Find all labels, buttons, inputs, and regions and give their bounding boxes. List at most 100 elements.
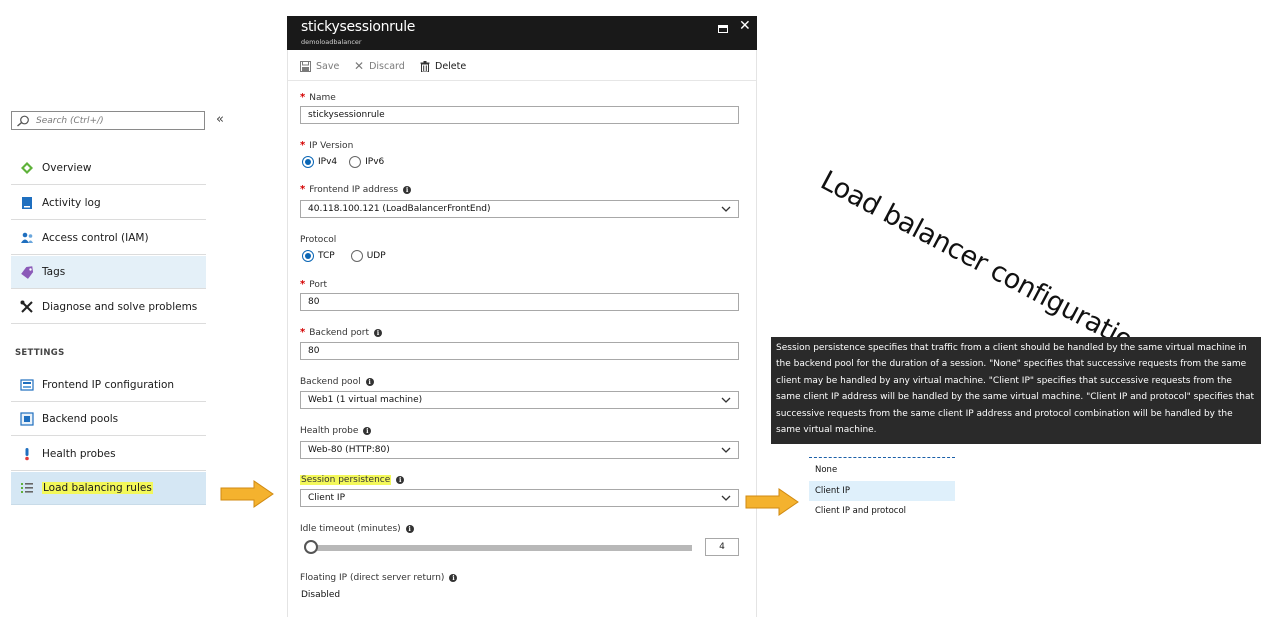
highlight-marker: Session persistence — [300, 475, 392, 485]
session-persistence-value: Client IP — [308, 493, 345, 503]
blade-subtitle: demoloadbalancer — [301, 38, 362, 46]
info-icon[interactable]: i — [363, 427, 372, 435]
sidebar-item-load-balancing-rules[interactable]: Load balancing rules — [11, 472, 206, 505]
port-input[interactable]: 80 — [300, 293, 739, 311]
sidebar-item-backend-pools[interactable]: Backend pools — [11, 403, 206, 436]
ipv4-label: IPv4 — [318, 157, 338, 167]
overview-icon — [21, 162, 33, 174]
idle-timeout-slider-track[interactable] — [311, 545, 692, 551]
frontend-ip-select[interactable]: 40.118.100.121 (LoadBalancerFrontEnd) — [300, 200, 739, 218]
info-icon[interactable]: i — [405, 525, 414, 533]
frontend-ip-label: * Frontend IP address i — [300, 184, 412, 195]
sidebar-item-label: Overview — [42, 162, 92, 174]
sidebar-item-access-control[interactable]: Access control (IAM) — [11, 222, 206, 255]
tag-icon — [21, 266, 34, 279]
session-persistence-label: Session persistence i — [300, 475, 405, 485]
backend-pool-select[interactable]: Web1 (1 virtual machine) — [300, 391, 739, 409]
option-client-ip[interactable]: Client IP — [809, 481, 955, 501]
health-probe-label: Health probe i — [300, 426, 372, 436]
name-label: * Name — [300, 92, 336, 103]
maximize-icon[interactable] — [718, 25, 728, 33]
option-none[interactable]: None — [809, 460, 955, 480]
chevron-down-icon — [721, 495, 731, 501]
floating-ip-value: Disabled — [301, 590, 341, 600]
health-probe-icon — [25, 448, 29, 461]
wrench-icon — [20, 300, 33, 313]
idle-timeout-slider-thumb[interactable] — [304, 540, 318, 554]
session-persistence-select[interactable]: Client IP — [300, 489, 739, 507]
rules-icon — [21, 483, 33, 493]
arrow-icon — [220, 480, 274, 508]
info-icon[interactable]: i — [396, 476, 405, 484]
sidebar-item-label: Frontend IP configuration — [42, 379, 175, 391]
info-icon[interactable]: i — [403, 185, 412, 194]
annotation-title: Load balancer configuration — [815, 165, 1153, 364]
ipv6-radio[interactable] — [349, 156, 362, 168]
blade-title: stickysessionrule — [301, 19, 416, 35]
health-probe-select[interactable]: Web-80 (HTTP:80) — [300, 441, 739, 459]
udp-label: UDP — [366, 251, 386, 261]
arrow-icon — [745, 488, 799, 516]
chevron-down-icon — [721, 447, 731, 453]
idle-timeout-value[interactable]: 4 — [705, 538, 739, 556]
sidebar-item-tags[interactable]: Tags — [11, 256, 206, 289]
delete-label: Delete — [435, 60, 467, 72]
port-label: * Port — [300, 279, 328, 290]
tcp-label: TCP — [318, 251, 335, 261]
chevron-down-icon — [721, 397, 731, 403]
ipv4-radio[interactable] — [302, 156, 314, 168]
info-icon[interactable]: i — [365, 378, 374, 386]
frontend-ip-value: 40.118.100.121 (LoadBalancerFrontEnd) — [308, 204, 491, 214]
discard-icon: ✕ — [354, 59, 365, 73]
udp-radio[interactable] — [350, 250, 363, 262]
session-persistence-tooltip: Session persistence specifies that traff… — [771, 337, 1261, 444]
name-input[interactable]: stickysessionrule — [300, 106, 739, 124]
floating-ip-label: Floating IP (direct server return) i — [300, 573, 458, 583]
sidebar-item-label: Backend pools — [42, 413, 119, 425]
dropdown-top-border — [809, 457, 955, 458]
sidebar-item-label: Load balancing rules — [42, 482, 153, 494]
tcp-radio[interactable] — [302, 250, 314, 262]
backend-port-input[interactable]: 80 — [300, 342, 739, 360]
protocol-label: Protocol — [300, 235, 337, 245]
discard-label: Discard — [369, 60, 405, 72]
settings-heading: SETTINGS — [15, 348, 65, 358]
search-icon — [17, 115, 29, 127]
protocol-group: TCP UDP — [302, 250, 386, 262]
sidebar-item-label: Tags — [42, 266, 66, 278]
backend-pool-value: Web1 (1 virtual machine) — [308, 395, 423, 405]
sidebar-item-overview[interactable]: Overview — [11, 152, 206, 185]
idle-timeout-label: Idle timeout (minutes) i — [300, 524, 414, 534]
save-button[interactable]: Save — [300, 59, 339, 73]
backend-port-label: * Backend port i — [300, 327, 383, 338]
ipv6-label: IPv6 — [365, 157, 385, 167]
backend-pool-icon — [20, 412, 34, 426]
search-box[interactable] — [11, 111, 205, 130]
info-icon[interactable]: i — [449, 574, 458, 582]
access-control-icon — [21, 232, 33, 243]
save-label: Save — [316, 60, 340, 72]
collapse-sidebar-button[interactable]: « — [216, 112, 224, 127]
sidebar-item-label: Diagnose and solve problems — [42, 301, 198, 313]
info-icon[interactable]: i — [374, 328, 383, 337]
sidebar-item-activity-log[interactable]: Activity log — [11, 187, 206, 220]
trash-icon — [420, 60, 430, 72]
ip-version-group: IPv4 IPv6 — [302, 156, 384, 168]
frontend-ip-icon — [20, 379, 34, 391]
blade-title-bar: stickysessionrule demoloadbalancer ✕ — [287, 16, 757, 50]
sidebar-item-health-probes[interactable]: Health probes — [11, 438, 206, 471]
search-input[interactable] — [36, 113, 200, 128]
toolbar-divider — [288, 80, 756, 81]
option-client-ip-and-protocol[interactable]: Client IP and protocol — [809, 501, 955, 521]
activity-log-icon — [22, 197, 32, 209]
highlight-marker: Load balancing rules — [42, 482, 153, 494]
chevron-down-icon — [721, 206, 731, 212]
delete-button[interactable]: Delete — [420, 59, 466, 73]
sidebar-item-frontend-ip[interactable]: Frontend IP configuration — [11, 369, 206, 402]
sidebar-item-label: Health probes — [42, 448, 116, 460]
close-icon[interactable]: ✕ — [739, 18, 751, 34]
sidebar-item-label: Access control (IAM) — [42, 232, 149, 244]
sidebar-item-diagnose[interactable]: Diagnose and solve problems — [11, 291, 206, 324]
discard-button[interactable]: ✕ Discard — [354, 59, 405, 73]
ip-version-label: * IP Version — [300, 140, 354, 151]
